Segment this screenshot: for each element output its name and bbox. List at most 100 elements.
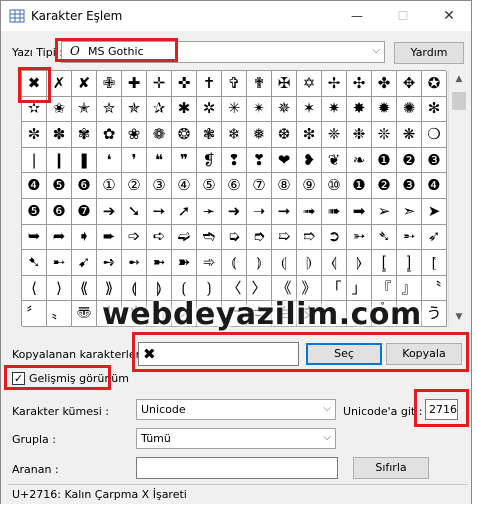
character-cell[interactable]: ⑦ [247, 173, 272, 199]
character-cell[interactable]: ❼ [72, 198, 97, 225]
character-cell[interactable]: ✟ [247, 71, 272, 97]
character-cell[interactable]: ➛ [197, 198, 222, 225]
character-cell[interactable]: ❸ [422, 147, 447, 174]
character-cell[interactable]: ❡ [197, 147, 222, 174]
character-cell[interactable]: ❸ [397, 173, 422, 199]
character-cell[interactable]: ❝ [147, 147, 172, 174]
character-cell[interactable]: ❊ [372, 122, 397, 148]
character-cell[interactable]: ➸ [47, 250, 72, 276]
character-cell[interactable]: ❀ [122, 122, 147, 148]
character-cell[interactable]: ❺ [22, 198, 47, 225]
character-cell[interactable]: ⑩ [322, 173, 347, 199]
character-cell[interactable]: ⦉ [322, 250, 347, 276]
character-cell[interactable]: ❋ [397, 122, 422, 148]
character-cell[interactable]: ✳ [222, 96, 247, 123]
character-cell[interactable]: ❞ [172, 147, 197, 174]
character-cell[interactable]: ➲ [322, 224, 347, 251]
character-grid[interactable]: ✖ ✗ ✘ ✙ ✚ ✛ ✜ ✝ ✞ ✟ ✠ ✡ ✢ ✣ ✤ ✥ ✪ ✫ ✬ ✭ ✮ ✯ ✰ ✱ ✲ ✳ ✴ ✵ ✶ ✷ ✸ ✹ ✺ ✻ ✼ ✽ ✾ ✿ ❀ ❁… [21, 70, 447, 327]
character-cell[interactable]: ✹ [372, 96, 397, 123]
character-cell[interactable]: ✷ [322, 96, 347, 123]
character-cell[interactable]: ➻ [122, 250, 147, 276]
character-cell[interactable]: ⦆ [247, 250, 272, 276]
scroll-up-icon[interactable]: ▲ [449, 74, 469, 84]
character-cell[interactable]: 〟 [47, 301, 72, 327]
character-cell[interactable]: ❥ [297, 147, 322, 174]
character-cell[interactable]: ✶ [297, 96, 322, 123]
character-cell[interactable]: ⦍ [422, 250, 447, 276]
character-cell[interactable]: ❆ [272, 122, 297, 148]
character-cell[interactable]: ➟ [297, 198, 322, 225]
character-cell[interactable]: ❣ [247, 147, 272, 174]
character-cell[interactable]: ✺ [397, 96, 422, 123]
character-cell[interactable]: ➫ [172, 224, 197, 251]
character-cell[interactable]: ❅ [247, 122, 272, 148]
character-cell[interactable]: ➺ [97, 250, 122, 276]
character-cell[interactable]: ✴ [247, 96, 272, 123]
character-cell[interactable]: ⟨ [22, 275, 47, 302]
character-cell[interactable]: ❜ [122, 147, 147, 174]
scroll-down-icon[interactable]: ▼ [449, 312, 469, 322]
character-cell[interactable]: ➤ [422, 198, 447, 225]
character-cell[interactable]: ⦊ [347, 250, 372, 276]
character-cell[interactable]: ➨ [97, 224, 122, 251]
character-cell[interactable]: ✝ [197, 71, 222, 97]
character-cell[interactable]: ❉ [347, 122, 372, 148]
character-cell[interactable]: ❇ [297, 122, 322, 148]
character-cell[interactable]: ✚ [122, 71, 147, 97]
select-button[interactable]: Seç [306, 343, 382, 365]
character-cell[interactable]: ➡ [347, 198, 372, 225]
character-cell[interactable]: ✤ [372, 71, 397, 97]
character-cell[interactable]: ✢ [322, 71, 347, 97]
character-cell[interactable]: ➩ [122, 224, 147, 251]
character-cell[interactable]: ⦋ [372, 250, 397, 276]
font-dropdown[interactable]: O MS Gothic ⌵ [61, 41, 385, 63]
character-cell[interactable]: ✛ [147, 71, 172, 97]
copy-button[interactable]: Kopyala [386, 343, 462, 365]
character-cell[interactable]: ❂ [172, 122, 197, 148]
grid-scrollbar[interactable]: ▲ ▼ [448, 70, 468, 327]
character-cell[interactable]: ❻ [47, 198, 72, 225]
character-cell[interactable]: ➯ [272, 224, 297, 251]
character-cell[interactable]: ✰ [147, 96, 172, 123]
character-cell[interactable]: ✗ [47, 71, 72, 97]
goto-unicode-input[interactable]: 2716 [425, 399, 458, 420]
maximize-button[interactable]: ☐ [381, 1, 425, 31]
character-cell[interactable]: ❻ [72, 173, 97, 199]
character-cell[interactable]: ✣ [347, 71, 372, 97]
character-cell[interactable]: ⑤ [197, 173, 222, 199]
character-cell[interactable]: ➚ [172, 198, 197, 225]
character-cell[interactable]: ✸ [347, 96, 372, 123]
character-cell[interactable]: ⦌ [397, 250, 422, 276]
character-cell[interactable]: ➮ [247, 224, 272, 251]
character-cell[interactable]: ➘ [122, 198, 147, 225]
character-cell[interactable]: ✮ [97, 96, 122, 123]
character-cell[interactable]: ➬ [197, 224, 222, 251]
character-cell[interactable]: ⑥ [222, 173, 247, 199]
character-cell[interactable]: ✥ [397, 71, 422, 97]
character-cell[interactable]: ④ [172, 173, 197, 199]
character-cell[interactable]: う [422, 301, 447, 327]
character-cell[interactable]: ❍ [422, 122, 447, 148]
character-cell[interactable]: ❦ [322, 147, 347, 174]
character-cell[interactable]: ✵ [272, 96, 297, 123]
character-cell[interactable]: ❺ [47, 173, 72, 199]
character-cell[interactable]: ② [122, 173, 147, 199]
character-cell[interactable]: ➣ [397, 198, 422, 225]
character-cell[interactable]: ➹ [72, 250, 97, 276]
character-cell[interactable]: ➢ [372, 198, 397, 225]
character-cell[interactable]: ❹ [22, 173, 47, 199]
character-cell[interactable]: ✞ [222, 71, 247, 97]
character-cell[interactable]: ✡ [297, 71, 322, 97]
character-cell[interactable]: ❤ [272, 147, 297, 174]
character-cell[interactable]: ⑧ [272, 173, 297, 199]
character-cell[interactable]: ✪ [422, 71, 447, 97]
character-cell[interactable]: 〠 [72, 301, 97, 327]
character-cell[interactable]: ✱ [172, 96, 197, 123]
character-cell[interactable]: ➵ [397, 224, 422, 251]
character-cell[interactable]: ✬ [47, 96, 72, 123]
character-cell[interactable]: ➳ [347, 224, 372, 251]
character-cell[interactable]: ① [97, 173, 122, 199]
character-cell[interactable]: ⦈ [297, 250, 322, 276]
close-button[interactable]: ✕ [427, 1, 471, 31]
character-cell[interactable]: ➧ [72, 224, 97, 251]
